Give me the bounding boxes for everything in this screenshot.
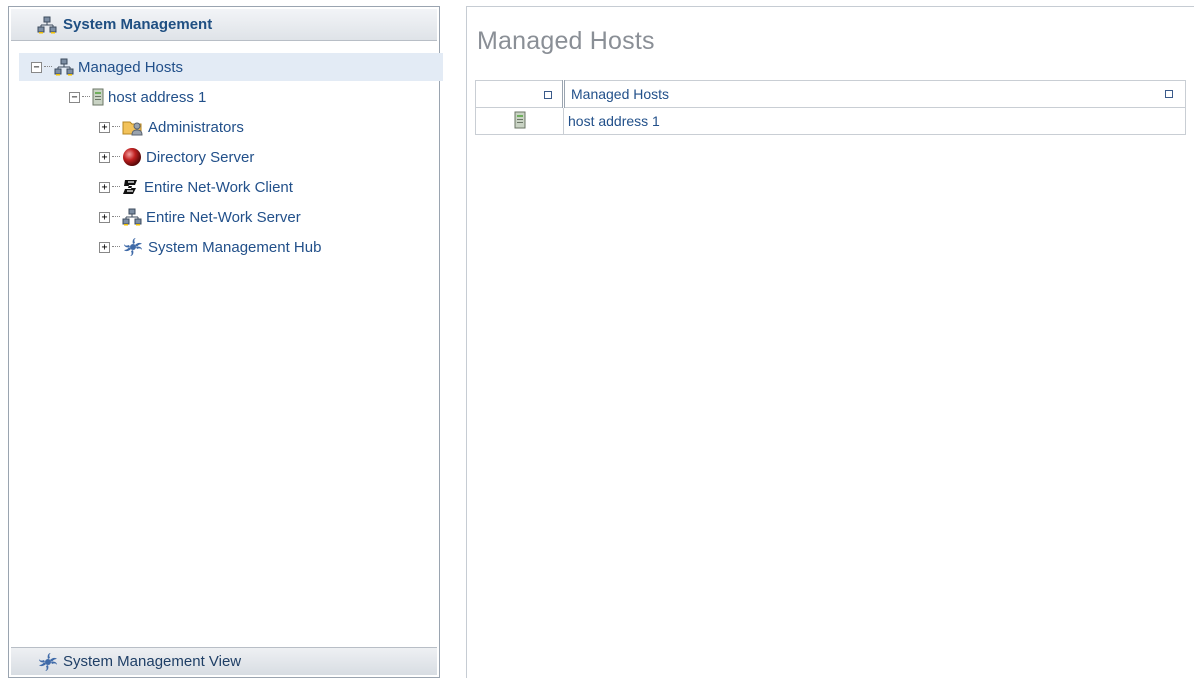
hosts-table: Managed Hosts host address 1 — [475, 80, 1186, 135]
navigation-panel: System Management − Managed Hosts − host… — [8, 6, 443, 678]
network-icon — [37, 16, 57, 34]
tree-item-host-address[interactable]: − host address 1 — [69, 83, 206, 111]
tree-item-managed-hosts[interactable]: − Managed Hosts — [19, 53, 443, 81]
tree-connector — [82, 96, 90, 98]
admin-folder-icon — [122, 118, 144, 136]
tree-item-label: Entire Net-Work Server — [146, 208, 301, 226]
expand-toggle[interactable]: + — [99, 121, 110, 133]
panel-footer[interactable]: System Management View — [11, 647, 437, 675]
column-header-icon[interactable] — [475, 80, 564, 108]
expand-toggle[interactable]: + — [99, 181, 110, 193]
tree-connector — [112, 216, 120, 218]
footer-label: System Management View — [63, 653, 242, 670]
collapse-toggle[interactable]: − — [31, 61, 42, 73]
tree-item-label: System Management Hub — [148, 238, 322, 256]
expand-toggle[interactable]: + — [99, 151, 110, 163]
tree-connector — [112, 156, 120, 158]
smh-icon — [37, 652, 59, 672]
tree-item-entire-network-server[interactable]: + Entire Net-Work Server — [99, 203, 301, 231]
netclient-icon — [122, 178, 140, 196]
tree-connector — [112, 186, 120, 188]
server-icon — [92, 88, 104, 106]
smh-icon — [122, 237, 144, 257]
tree-connector — [112, 246, 120, 248]
expand-toggle[interactable]: + — [99, 241, 110, 253]
tree-item-administrators[interactable]: + Administrators — [99, 113, 244, 141]
tree-connector — [112, 126, 120, 128]
page-title: Managed Hosts — [477, 27, 655, 55]
panel-header[interactable]: System Management — [11, 9, 437, 41]
row-icon-cell — [475, 107, 564, 135]
table-row[interactable]: host address 1 — [475, 107, 1186, 135]
network-icon — [54, 58, 74, 76]
tree-item-system-management-hub[interactable]: + System Management Hub — [99, 233, 321, 261]
collapse-toggle[interactable]: − — [69, 91, 80, 103]
column-menu-icon[interactable] — [544, 91, 552, 99]
panel-title: System Management — [63, 16, 213, 33]
tree-item-entire-network-client[interactable]: + Entire Net-Work Client — [99, 173, 293, 201]
row-name-cell[interactable]: host address 1 — [563, 107, 1186, 135]
column-header-label: Managed Hosts — [571, 86, 670, 102]
tree-item-directory-server[interactable]: + Directory Server — [99, 143, 254, 171]
column-menu-icon[interactable] — [1165, 90, 1173, 98]
column-header-managed-hosts[interactable]: Managed Hosts — [562, 80, 1186, 108]
tree-connector — [44, 66, 52, 68]
table-header-row: Managed Hosts — [475, 80, 1186, 108]
red-sphere-icon — [122, 147, 142, 167]
tree-item-label: Administrators — [148, 118, 244, 136]
content-panel: Managed Hosts Managed Hosts host address… — [466, 6, 1194, 678]
tree-item-label: Entire Net-Work Client — [144, 178, 293, 196]
expand-toggle[interactable]: + — [99, 211, 110, 223]
tree-item-label: host address 1 — [108, 88, 207, 106]
tree-item-label: Directory Server — [146, 148, 255, 166]
tree-item-label: Managed Hosts — [78, 58, 184, 76]
server-icon — [514, 111, 526, 129]
network-icon — [122, 208, 142, 226]
